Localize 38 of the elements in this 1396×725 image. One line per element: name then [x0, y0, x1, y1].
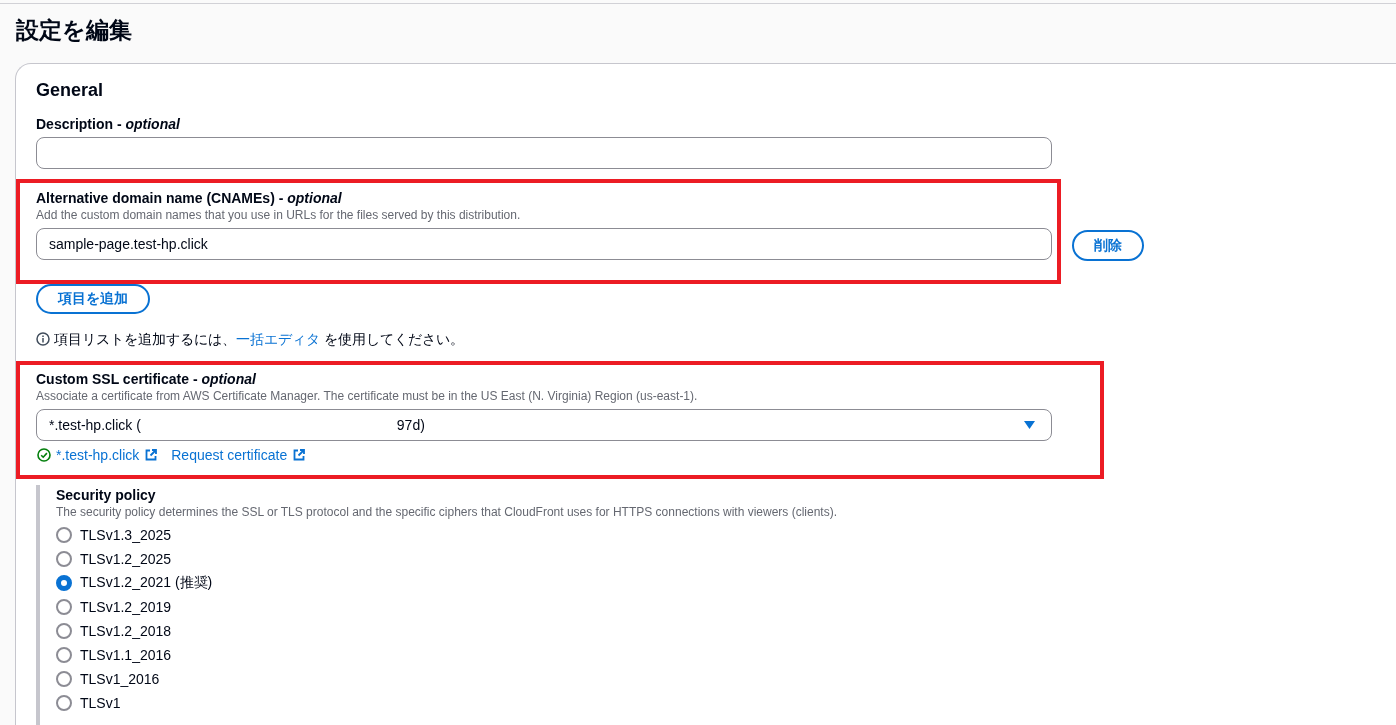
- request-certificate-link[interactable]: Request certificate: [171, 445, 306, 465]
- section-heading: General: [36, 79, 104, 102]
- external-link-icon: [293, 449, 306, 461]
- caret-icon: [1024, 421, 1035, 429]
- field-label: Custom SSL certificate - optional: [36, 370, 257, 388]
- radio-label: TLSv1: [80, 695, 121, 711]
- page-title: 設定を編集: [16, 16, 132, 44]
- radio-label: TLSv1.1_2016: [80, 647, 172, 663]
- field-label: Security policy: [56, 486, 156, 504]
- radio-button[interactable]: [56, 575, 72, 591]
- radio-label: TLSv1.2_2025: [80, 551, 172, 567]
- radio-button[interactable]: [56, 695, 72, 711]
- field-label: Description - optional: [36, 115, 180, 133]
- radio-button[interactable]: [56, 551, 72, 567]
- field-hint: The security policy determines the SSL or TLS protocol and the specific ciphers that CloudFront uses for HTTPS connections with viewers (clients).: [56, 504, 837, 520]
- field-hint: Add the custom domain names that you use in URLs for the files served by this distribution.: [36, 207, 522, 223]
- bulk-editor-link[interactable]: 一括エディタ: [236, 331, 320, 347]
- radio-button[interactable]: [56, 599, 72, 615]
- remove-button[interactable]: 削除: [1072, 230, 1144, 261]
- radio-label: TLSv1.2_2019: [80, 599, 172, 615]
- radio-button[interactable]: [56, 647, 72, 663]
- field-label: Alternative domain name (CNAMEs) - optional: [36, 189, 343, 207]
- info-text: 項目リストを追加するには、一括エディタ を使用してください。: [54, 330, 464, 349]
- radio-button[interactable]: [56, 623, 72, 639]
- radio-label: TLSv1.2_2021 (推奨): [80, 574, 213, 592]
- info-icon: [36, 332, 50, 346]
- external-link-icon: [145, 449, 158, 461]
- certificate-link[interactable]: *.test-hp.click: [56, 445, 158, 465]
- description-input[interactable]: [36, 137, 1052, 169]
- add-item-button[interactable]: 項目を追加: [36, 284, 150, 314]
- radio-label: TLSv1_2016: [80, 671, 160, 687]
- radio-button[interactable]: [56, 527, 72, 543]
- radio-label: TLSv1.3_2025: [80, 527, 172, 543]
- domain-input[interactable]: sample-page.test-hp.click: [36, 228, 1052, 260]
- radio-button[interactable]: [56, 671, 72, 687]
- radio-label: TLSv1.2_2018: [80, 623, 172, 639]
- certificate-select[interactable]: *.test-hp.click ( 97d): [36, 409, 1052, 441]
- field-hint: Associate a certificate from AWS Certificate Manager. The certificate must be in the US East (N. Virginia) Region (us-east-1).: [36, 388, 699, 404]
